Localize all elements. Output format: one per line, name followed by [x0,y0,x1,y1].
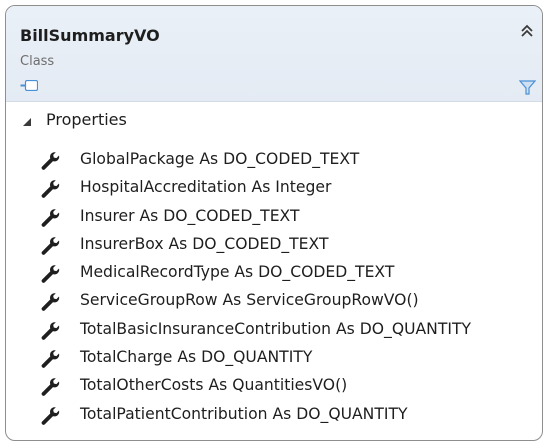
property-item[interactable]: TotalOtherCosts As QuantitiesVO() [6,373,542,401]
property-label: TotalBasicInsuranceContribution As DO_QU… [80,319,472,338]
wrench-icon [41,237,60,255]
wrench-icon [41,378,60,397]
property-item[interactable]: Insurer As DO_CODED_TEXT [6,204,542,232]
property-label: MedicalRecordType As DO_CODED_TEXT [80,263,395,282]
property-item[interactable]: MedicalRecordType As DO_CODED_TEXT [6,260,542,288]
property-item[interactable]: GlobalPackage As DO_CODED_TEXT [6,147,542,175]
wrench-icon [41,350,60,368]
wrench-icon [41,293,60,312]
property-item[interactable]: TotalCharge As DO_QUANTITY [6,345,542,373]
wrench-icon [41,152,60,170]
class-header: BillSummaryVO Class [6,6,542,102]
wrench-icon [41,406,60,425]
property-item[interactable]: ServiceGroupRow As ServiceGroupRowVO() [6,288,542,316]
property-item[interactable]: HospitalAccreditation As Integer [6,175,542,203]
wrench-icon [41,180,60,199]
class-shape[interactable]: BillSummaryVO Class Properties GlobalPac… [5,5,543,441]
properties-section-header[interactable]: Properties [6,109,542,135]
property-label: TotalCharge As DO_QUANTITY [80,348,313,367]
property-item[interactable]: InsurerBox As DO_CODED_TEXT [6,232,542,260]
class-name: BillSummaryVO [20,26,160,45]
property-label: GlobalPackage As DO_CODED_TEXT [80,150,360,168]
property-label: HospitalAccreditation As Integer [80,178,332,197]
wrench-icon [41,265,60,283]
wrench-icon [41,208,60,227]
double-chevron-up-icon[interactable] [518,22,536,40]
expanded-triangle-icon[interactable] [22,117,32,127]
property-list: GlobalPackage As DO_CODED_TEXT HospitalA… [6,147,542,430]
class-shape-icon [20,80,38,91]
property-label: Insurer As DO_CODED_TEXT [80,206,300,225]
property-item[interactable]: TotalBasicInsuranceContribution As DO_QU… [6,317,542,345]
class-kind: Class [20,54,55,69]
property-label: InsurerBox As DO_CODED_TEXT [80,234,329,253]
property-label: TotalOtherCosts As QuantitiesVO() [80,376,348,395]
property-label: ServiceGroupRow As ServiceGroupRowVO() [80,291,419,310]
filter-icon[interactable] [519,79,536,96]
wrench-icon [41,321,60,340]
section-title: Properties [46,110,127,129]
property-item[interactable]: TotalPatientContribution As DO_QUANTITY [6,402,542,430]
property-label: TotalPatientContribution As DO_QUANTITY [80,404,408,423]
